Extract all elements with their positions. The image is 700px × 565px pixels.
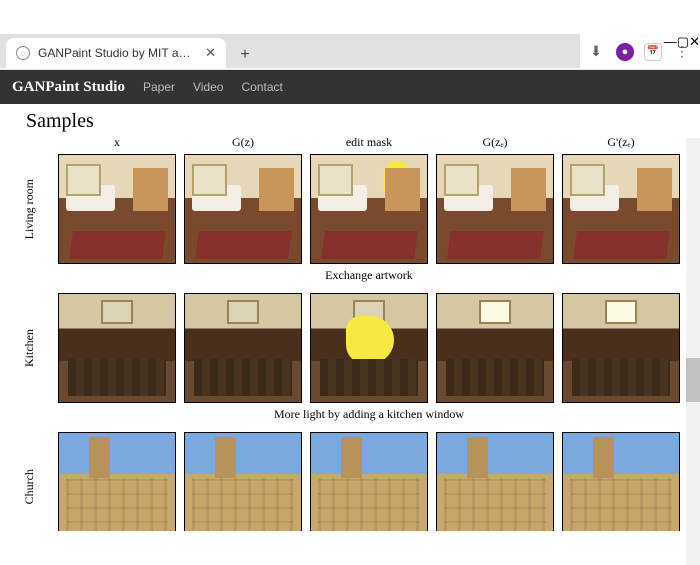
new-tab-button[interactable]: + [232,42,258,68]
sample-image[interactable] [436,293,554,403]
table-row: Living room [20,152,684,266]
scrollbar[interactable] [686,138,700,565]
download-icon[interactable]: ⬇ [586,42,606,62]
sample-image[interactable] [436,154,554,264]
edit-mask-icon [346,316,394,364]
sample-image[interactable] [58,432,176,531]
row-caption: Exchange artwork [54,266,684,291]
sample-image[interactable] [562,432,680,531]
browser-tab[interactable]: ◌ GANPaint Studio by MIT and IBM ✕ [6,38,226,68]
page-content: Samples x G(z) edit mask G(zₑ) G'(zₑ) Li… [0,104,700,531]
calendar-icon[interactable]: 📅 [644,43,662,61]
tab-title: GANPaint Studio by MIT and IBM [38,46,197,60]
minimize-button[interactable]: — [664,34,677,64]
col-gpze: G'(zₑ) [558,135,684,152]
maximize-button[interactable]: ▢ [677,34,689,64]
sample-image[interactable] [562,293,680,403]
site-brand[interactable]: GANPaint Studio [12,79,125,96]
sample-image[interactable] [436,432,554,531]
nav-contact[interactable]: Contact [241,80,282,94]
sample-image[interactable] [310,432,428,531]
sample-image[interactable] [184,293,302,403]
table-row: Church [20,430,684,531]
nav-video[interactable]: Video [193,80,223,94]
nav-paper[interactable]: Paper [143,80,175,94]
sample-image[interactable] [58,154,176,264]
profile-icon[interactable]: ● [616,43,634,61]
globe-icon: ◌ [16,46,30,60]
browser-tabstrip: ◌ GANPaint Studio by MIT and IBM ✕ + [0,34,580,68]
sample-image[interactable] [184,432,302,531]
table-row: Kitchen [20,291,684,405]
col-x: x [54,135,180,152]
col-mask: edit mask [306,135,432,152]
sample-image[interactable] [58,293,176,403]
row-caption: More light by adding a kitchen window [54,405,684,430]
row-label: Church [20,469,39,504]
row-label: Living room [20,179,39,239]
sample-image[interactable] [310,154,428,264]
samples-grid: x G(z) edit mask G(zₑ) G'(zₑ) Living roo… [20,135,684,531]
close-icon[interactable]: ✕ [205,45,216,61]
window-close-button[interactable]: ✕ [689,34,700,64]
col-gz: G(z) [180,135,306,152]
sample-image[interactable] [562,154,680,264]
scrollbar-thumb[interactable] [686,358,700,402]
edit-mask-icon [383,161,413,201]
window-controls: — ▢ ✕ [664,34,700,64]
col-gze: G(zₑ) [432,135,558,152]
section-title: Samples [26,110,682,133]
row-label: Kitchen [20,329,39,367]
edit-mask-icon [355,507,381,531]
sample-image[interactable] [184,154,302,264]
site-header: GANPaint Studio Paper Video Contact [0,70,700,104]
sample-image[interactable] [310,293,428,403]
